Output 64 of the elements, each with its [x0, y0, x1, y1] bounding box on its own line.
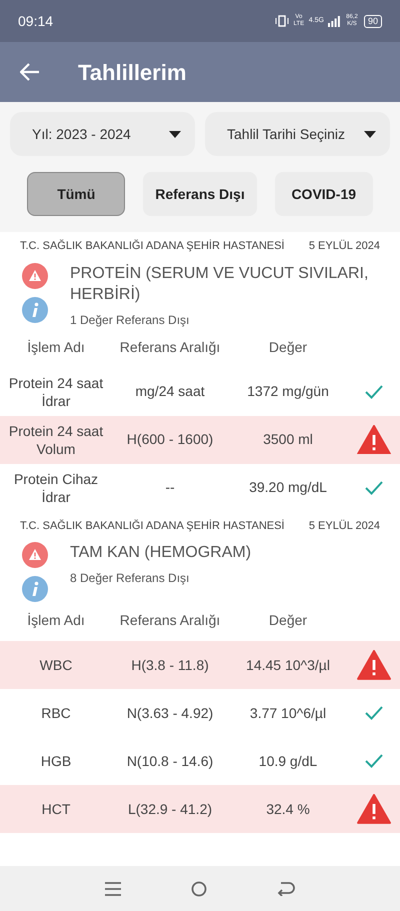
test-value: 32.4 %	[265, 800, 311, 818]
reference-range: N(3.63 - 4.92)	[126, 704, 214, 723]
alert-icon[interactable]	[22, 542, 48, 568]
test-name: WBC	[38, 656, 74, 674]
hospital-name: T.C. SAĞLIK BAKANLIĞI ADANA ŞEHİR HASTANESİ	[20, 518, 284, 534]
filter-dropdown[interactable]: Tahlil Tarihi Seçiniz	[205, 112, 390, 156]
test-name: HCT	[40, 800, 72, 818]
test-name: RBC	[40, 704, 72, 722]
filter-dropdown[interactable]: Yıl: 2023 - 2024	[10, 112, 195, 156]
test-date: 5 EYLÜL 2024	[308, 238, 380, 254]
battery-indicator: 90	[364, 14, 382, 28]
reference-range: L(32.9 - 41.2)	[126, 800, 214, 819]
filter-tab[interactable]: COVID-19	[274, 172, 373, 216]
result-row[interactable]: HCT L(32.9 - 41.2) 32.4 %	[0, 785, 400, 833]
test-name: HGB	[40, 752, 72, 770]
caret-icon	[364, 130, 376, 138]
reference-range: --	[164, 478, 176, 497]
out-of-range-summary: 1 Değer Referans Dışı	[70, 312, 190, 328]
reference-range: H(3.8 - 11.8)	[130, 656, 210, 675]
reference-range: H(600 - 1600)	[126, 430, 214, 449]
alert-icon[interactable]	[22, 262, 48, 288]
vibrate-icon	[274, 15, 289, 27]
hospital-name: T.C. SAĞLIK BAKANLIĞI ADANA ŞEHİR HASTANESİ	[20, 238, 284, 254]
column-header: Değer	[268, 611, 308, 630]
check-icon	[364, 384, 384, 400]
column-header: Referans Aralığı	[118, 611, 222, 630]
test-value: 10.9 g/dL	[258, 752, 318, 771]
warning-icon	[357, 424, 391, 454]
column-header: Referans Aralığı	[118, 338, 222, 357]
column-header: İşlem Adı	[26, 611, 86, 630]
column-header: Değer	[268, 338, 308, 357]
test-value: 1372 mg/gün	[246, 382, 330, 401]
test-value: 14.45 10^3/µl	[245, 656, 331, 675]
warning-icon	[357, 650, 391, 680]
test-value: 3.77 10^6/µl	[248, 704, 328, 723]
test-title: PROTEİN (SERUM VE VUCUT SIVILARI, HERBİRİ)	[70, 263, 370, 304]
filter-tab[interactable]: Tümü	[27, 172, 126, 216]
test-name: Protein 24 saat İdrar	[8, 374, 104, 410]
menu-icon[interactable]	[105, 882, 121, 896]
info-icon[interactable]	[22, 296, 48, 322]
check-icon	[364, 753, 384, 769]
test-value: 3500 ml	[262, 430, 314, 449]
reference-range: mg/24 saat	[134, 382, 206, 401]
result-row[interactable]: Protein 24 saat Volum H(600 - 1600) 3500 ml	[0, 416, 400, 464]
reference-range: N(10.8 - 14.6)	[126, 752, 214, 771]
caret-icon	[169, 130, 181, 138]
filter-tab[interactable]: Referans Dışı	[143, 172, 257, 216]
test-title: TAM KAN (HEMOGRAM)	[70, 543, 252, 563]
info-icon[interactable]	[22, 576, 48, 602]
home-icon[interactable]	[191, 880, 207, 896]
column-header: İşlem Adı	[26, 338, 86, 357]
check-icon	[364, 705, 384, 721]
clock: 09:14	[18, 12, 54, 30]
page-title: Tahlillerim	[78, 58, 186, 86]
test-name: Protein 24 saat Volum	[8, 422, 104, 458]
test-name: Protein Cihaz İdrar	[12, 470, 100, 506]
test-date: 5 EYLÜL 2024	[308, 518, 380, 534]
back-icon[interactable]	[277, 882, 295, 896]
signal-icon	[328, 16, 340, 26]
warning-icon	[357, 794, 391, 824]
result-row[interactable]: WBC H(3.8 - 11.8) 14.45 10^3/µl	[0, 641, 400, 689]
check-icon	[364, 480, 384, 496]
out-of-range-summary: 8 Değer Referans Dışı	[70, 570, 190, 587]
test-value: 39.20 mg/dL	[248, 478, 328, 497]
